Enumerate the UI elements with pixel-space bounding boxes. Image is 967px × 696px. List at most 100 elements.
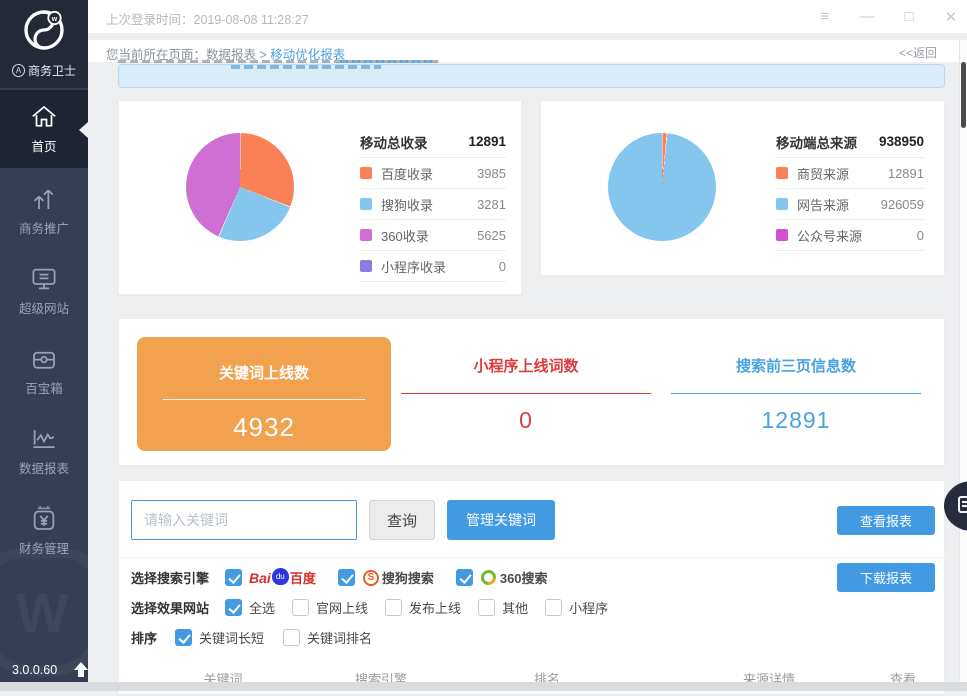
legend-swatch-webad — [776, 198, 788, 210]
sort-option-label: 关键词长短 — [199, 628, 264, 647]
baidu-logo: Bai du 百度 — [249, 568, 316, 587]
legend-swatch-baidu — [360, 167, 372, 179]
manage-keywords-button[interactable]: 管理关键词 — [447, 500, 555, 540]
watermark-w-letter: W — [16, 580, 69, 645]
sidebar-item-label: 商务推广 — [0, 218, 88, 237]
checkbox-baidu[interactable] — [225, 569, 242, 586]
legend-swatch-sogou — [360, 198, 372, 210]
last-login-text: 上次登录时间：2019-08-08 11:28:27 — [106, 9, 309, 28]
scrollbar-track[interactable] — [959, 40, 967, 682]
promotion-icon — [29, 184, 59, 214]
sidebar-item-website[interactable]: 超级网站 — [0, 252, 88, 330]
info-banner — [118, 64, 945, 88]
close-icon[interactable]: ✕ — [943, 8, 959, 26]
legend-value: 5625 — [477, 228, 506, 243]
stat-title: 搜索前三页信息数 — [661, 355, 931, 376]
maximize-icon[interactable]: □ — [901, 8, 917, 25]
stats-card: 关键词上线数 4932 小程序上线词数 0 搜索前三页信息数 12891 — [118, 318, 945, 466]
checkbox-keyword-length[interactable] — [175, 629, 192, 646]
sidebar-item-reports[interactable]: 数据报表 — [0, 412, 88, 490]
keyword-panel: 查询 管理关键词 查看报表 下载报表 选择搜索引擎 Bai du 百度 S 搜狗… — [118, 480, 945, 695]
360-logo: 360搜索 — [481, 568, 548, 587]
legend-item: 小程序收录 0 — [360, 251, 506, 282]
checkbox-other[interactable] — [478, 599, 495, 616]
floating-widget-icon — [958, 496, 967, 513]
legend-swatch-trade — [776, 167, 788, 179]
brand-row: A 商务卫士 — [0, 62, 88, 79]
sidebar: w A 商务卫士 首页 商务推广 超级网站 百宝箱 — [0, 0, 88, 691]
minimize-icon[interactable]: — — [859, 8, 875, 25]
sidebar-item-promotion[interactable]: 商务推广 — [0, 172, 88, 250]
pie-chart-mobile-source — [608, 133, 716, 241]
app-logo-area: w A 商务卫士 — [0, 0, 88, 88]
checkbox-360[interactable] — [456, 569, 473, 586]
site-filter-row: 选择效果网站 全选 官网上线 发布上线 其他 小程序 — [131, 598, 608, 617]
keyword-search-input[interactable] — [131, 500, 357, 540]
stat-keywords-online[interactable]: 关键词上线数 4932 — [137, 337, 391, 451]
engine-filter-row: 选择搜索引擎 Bai du 百度 S 搜狗搜索 360搜索 — [131, 568, 548, 587]
sogou-s-icon: S — [363, 570, 379, 586]
download-report-button[interactable]: 下载报表 — [837, 563, 935, 592]
stat-top3-pages-info[interactable]: 搜索前三页信息数 12891 — [661, 355, 931, 434]
panel-divider — [119, 557, 946, 558]
sidebar-item-label: 数据报表 — [0, 458, 88, 477]
stat-divider — [401, 393, 651, 394]
stat-value: 4932 — [137, 412, 391, 443]
legend-value: 926059 — [881, 197, 924, 212]
checkbox-official-site[interactable] — [292, 599, 309, 616]
legend-label: 商贸来源 — [797, 164, 849, 183]
legend-label: 搜狗收录 — [381, 195, 433, 214]
app-logo-icon: w — [21, 6, 67, 52]
legend-item: 搜狗收录 3281 — [360, 189, 506, 220]
stat-title: 小程序上线词数 — [391, 355, 661, 376]
query-button[interactable]: 查询 — [369, 500, 435, 540]
site-option-label: 官网上线 — [316, 598, 368, 617]
titlebar: 上次登录时间：2019-08-08 11:28:27 ≡ — □ ✕ — [88, 0, 967, 33]
stat-miniprogram-words[interactable]: 小程序上线词数 0 — [391, 355, 661, 434]
sidebar-item-toolbox[interactable]: 百宝箱 — [0, 332, 88, 410]
site-option-label: 小程序 — [569, 598, 608, 617]
360-ring-icon — [478, 567, 499, 588]
version-text: 3.0.0.60 — [12, 663, 57, 677]
brand-badge-icon: A — [12, 64, 25, 77]
legend-swatch-360 — [360, 229, 372, 241]
checkbox-select-all[interactable] — [225, 599, 242, 616]
yen-icon — [29, 504, 59, 534]
menu-icon[interactable]: ≡ — [817, 8, 833, 25]
sidebar-item-home[interactable]: 首页 — [0, 90, 88, 168]
legend-label: 小程序收录 — [381, 257, 446, 276]
legend-mobile-source: 移动端总来源 938950 商贸来源 12891 网告来源 926059 公众号… — [776, 126, 924, 251]
legend-value: 3985 — [477, 166, 506, 181]
sogou-logo: S 搜狗搜索 — [363, 568, 434, 587]
svg-text:w: w — [51, 16, 58, 23]
checkbox-publish[interactable] — [385, 599, 402, 616]
view-report-button[interactable]: 查看报表 — [837, 506, 935, 535]
site-filter-label: 选择效果网站 — [131, 598, 209, 617]
legend-label: 公众号来源 — [797, 226, 862, 245]
brand-name: 商务卫士 — [28, 62, 76, 79]
stat-divider — [671, 393, 921, 394]
engine-filter-label: 选择搜索引擎 — [131, 568, 209, 587]
scrollbar-thumb[interactable] — [961, 62, 966, 128]
sort-filter-label: 排序 — [131, 628, 157, 647]
legend-label: 网告来源 — [797, 195, 849, 214]
legend-item: 360收录 5625 — [360, 220, 506, 251]
clipped-link-row — [340, 60, 435, 63]
checkbox-sogou[interactable] — [338, 569, 355, 586]
legend-title: 移动总收录 — [360, 132, 428, 152]
breadcrumb-bar: 您当前所在页面：数据报表 > 移动优化报表 <<返回 — [88, 40, 959, 62]
version-row: 3.0.0.60 — [12, 662, 88, 678]
update-arrow-icon[interactable] — [73, 662, 88, 678]
toolbox-icon — [29, 344, 59, 374]
pie-chart-mobile-inclusion — [186, 133, 294, 241]
legend-item: 网告来源 926059 — [776, 189, 924, 220]
legend-value: 12891 — [888, 166, 924, 181]
checkbox-keyword-rank[interactable] — [283, 629, 300, 646]
sort-filter-row: 排序 关键词长短 关键词排名 — [131, 628, 372, 647]
legend-value: 3281 — [477, 197, 506, 212]
floating-widget[interactable] — [944, 481, 967, 531]
back-link[interactable]: <<返回 — [899, 44, 937, 61]
checkbox-miniprogram[interactable] — [545, 599, 562, 616]
legend-total: 938950 — [879, 134, 924, 149]
sogou-name: 搜狗搜索 — [382, 568, 434, 587]
